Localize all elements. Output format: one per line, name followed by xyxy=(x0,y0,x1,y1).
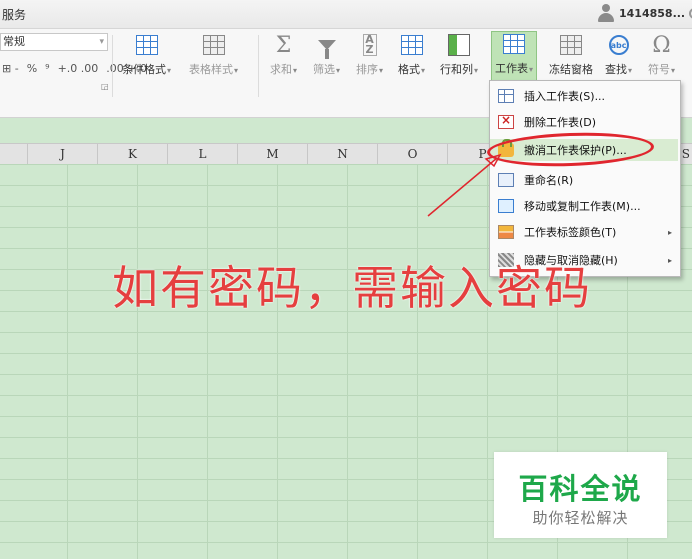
watermark: 百科全说 助你轻松解决 xyxy=(494,452,667,538)
watermark-subtitle: 助你轻松解决 xyxy=(532,509,629,527)
watermark-title: 百科全说 xyxy=(518,472,643,506)
annotation-text: 如有密码，需输入密码 xyxy=(112,261,592,315)
